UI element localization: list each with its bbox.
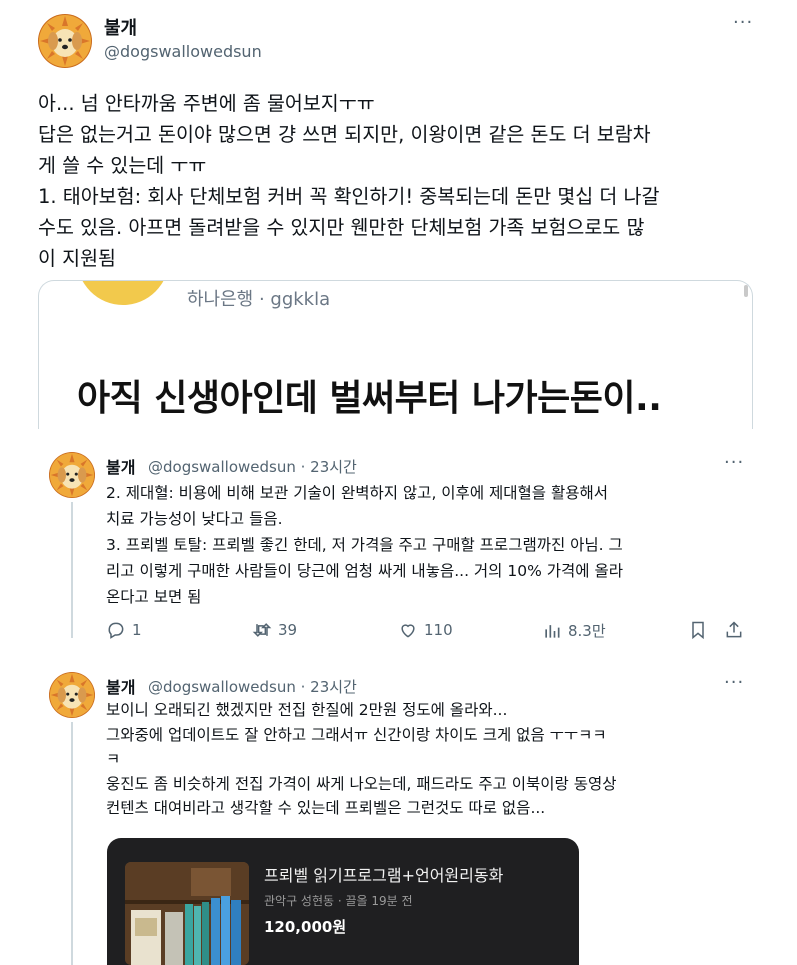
product-card[interactable]: 프뢰벨 읽기프로그램+언어원리동화 관악구 성현동 · 끌올 19분 전 120…: [107, 838, 579, 965]
bookshelf-image-icon: [125, 862, 249, 965]
views-icon: [545, 624, 560, 638]
avatar[interactable]: [38, 14, 92, 68]
reply-line: ㅋ: [106, 750, 121, 768]
post-line: 답은 없는거고 돈이야 많으면 걍 쓰면 되지만, 이왕이면 같은 돈도 더 보…: [38, 123, 651, 146]
reply-text: 2. 제대혈: 비용에 비해 보관 기술이 완벽하지 않고, 이후에 제대혈을 …: [106, 480, 623, 610]
product-location-time: 관악구 성현동 · 끌올 19분 전: [264, 894, 413, 908]
bookmark-icon: [692, 621, 704, 640]
avatar[interactable]: [49, 452, 95, 498]
reply-line: 컨텐츠 대여비라고 생각할 수 있는데 프뢰벨은 그런것도 따로 없음...: [106, 799, 546, 817]
more-options-icon[interactable]: ···: [724, 452, 744, 473]
reply-line: 보이니 오래되긴 했겠지만 전집 한질에 2만원 정도에 올라와...: [106, 701, 508, 719]
author-handle-time[interactable]: @dogswallowedsun · 23시간: [148, 676, 357, 697]
post-text: 아... 넘 안타까움 주변에 좀 물어보지ㅜㅠ 답은 없는거고 돈이야 많으면…: [38, 88, 659, 274]
retweet-icon: [252, 623, 272, 637]
author-name[interactable]: 불개: [106, 454, 135, 478]
reply-line: 온다고 보면 됨: [106, 588, 202, 606]
more-options-icon[interactable]: ···: [733, 12, 753, 33]
reply-line: 그와중에 업데이트도 잘 안하고 그래서ㅠ 신간이랑 차이도 크게 없음 ㅜㅜㅋ…: [106, 725, 607, 744]
share-icon: [726, 621, 742, 638]
dog-sun-avatar-icon: [39, 15, 91, 67]
thread-line: [71, 722, 73, 965]
reply-line: 리고 이렇게 구매한 사람들이 당근에 엄청 싸게 내놓음... 거의 10% …: [106, 562, 623, 580]
reply-count: 1: [132, 621, 142, 639]
post-line: 수도 있음. 아프면 돌려받을 수 있지만 웬만한 단체보험 가족 보험으로도 …: [38, 216, 645, 239]
heart-icon: [401, 624, 415, 638]
more-options-icon[interactable]: ···: [724, 672, 744, 693]
reply-button[interactable]: 1: [106, 620, 142, 640]
reply-line: 치료 가능성이 낮다고 들음.: [106, 510, 283, 528]
author-name[interactable]: 불개: [104, 14, 137, 40]
dog-sun-avatar-icon: [49, 452, 95, 498]
quote-source: 하나은행 · ggkkla: [187, 289, 331, 310]
author-handle[interactable]: @dogswallowedsun: [104, 42, 262, 61]
views-button[interactable]: 8.3만: [542, 620, 606, 641]
post-line: 이 지원됨: [38, 247, 116, 270]
views-count: 8.3만: [568, 622, 606, 640]
quote-title: 아직 신생아인데 벌써부터 나가는돈이..: [77, 378, 662, 419]
post-line: 게 쓸 수 있는데 ㅜㅠ: [38, 154, 207, 177]
like-button[interactable]: 110: [398, 620, 453, 640]
scrollbar[interactable]: [744, 285, 748, 297]
action-bar: 1 39 110 8.3만: [0, 620, 797, 642]
bookmark-button[interactable]: [688, 620, 708, 640]
post-line: 1. 태아보험: 회사 단체보험 커버 꼭 확인하기! 중복되는데 돈만 몇십 …: [38, 185, 660, 208]
quote-card[interactable]: 하나은행 · ggkkla 아직 신생아인데 벌써부터 나가는돈이..: [38, 280, 753, 429]
like-count: 110: [424, 621, 453, 639]
bank-logo-icon: [77, 281, 169, 305]
dog-sun-avatar-icon: [49, 672, 95, 718]
post-line: 아... 넘 안타까움 주변에 좀 물어보지ㅜㅠ: [38, 92, 375, 115]
product-price: 120,000원: [264, 918, 347, 936]
reply-line: 2. 제대혈: 비용에 비해 보관 기술이 완벽하지 않고, 이후에 제대혈을 …: [106, 484, 609, 502]
retweet-count: 39: [278, 621, 298, 639]
author-name[interactable]: 불개: [106, 674, 135, 698]
reply-icon: [108, 622, 124, 639]
reply-text: 보이니 오래되긴 했겠지만 전집 한질에 2만원 정도에 올라와... 그와중에…: [106, 698, 617, 821]
retweet-button[interactable]: 39: [252, 620, 297, 640]
product-image: [125, 862, 249, 965]
thread-line: [71, 502, 73, 638]
reply-line: 3. 프뢰벨 토탈: 프뢰벨 좋긴 한데, 저 가격을 주고 구매할 프로그램까…: [106, 536, 623, 554]
author-handle-time[interactable]: @dogswallowedsun · 23시간: [148, 456, 357, 477]
product-title: 프뢰벨 읽기프로그램+언어원리동화: [264, 866, 504, 885]
avatar[interactable]: [49, 672, 95, 718]
reply-line: 웅진도 좀 비슷하게 전집 가격이 싸게 나오는데, 패드라도 주고 이북이랑 …: [106, 774, 617, 793]
share-button[interactable]: [724, 620, 744, 640]
